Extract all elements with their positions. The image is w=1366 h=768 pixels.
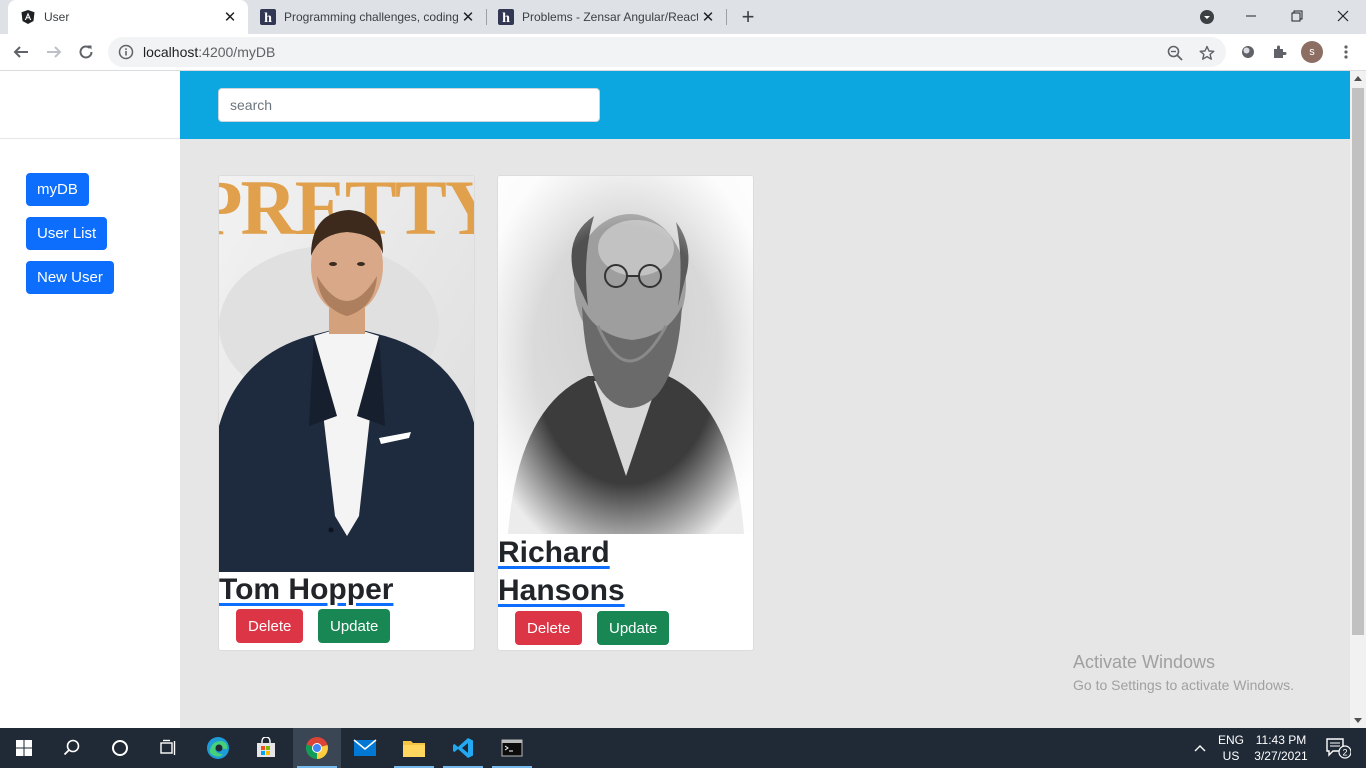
nav-new-user-button[interactable]: New User <box>26 261 114 294</box>
tab-separator <box>726 9 727 25</box>
search-input[interactable] <box>218 88 600 122</box>
tab-search-icon[interactable] <box>1197 7 1217 27</box>
back-arrow-icon[interactable] <box>7 38 35 66</box>
browser-toolbar: localhost:4200/myDB s <box>0 34 1366 71</box>
user-card: Richard Hansons Delete Update <box>497 175 754 651</box>
search-icon[interactable] <box>48 728 96 768</box>
extensions-puzzle-icon[interactable] <box>1266 38 1294 66</box>
region-code: US <box>1222 749 1240 763</box>
user-name-line2: Hansons <box>498 574 625 607</box>
user-name[interactable]: Tom Hopper <box>219 571 393 609</box>
hackerearth-icon: h <box>498 9 514 25</box>
activate-windows-watermark: Activate Windows Go to Settings to activ… <box>1073 652 1294 693</box>
angular-icon <box>20 9 36 25</box>
header-bar <box>180 71 1350 139</box>
windows-taskbar: ENG US 11:43 PM 3/27/2021 2 <box>0 728 1366 768</box>
tab-title: Programming challenges, coding <box>284 10 458 24</box>
user-card: PRETTY <box>218 175 475 651</box>
watermark-title: Activate Windows <box>1073 652 1216 672</box>
close-tab-icon[interactable]: ✕ <box>698 7 718 27</box>
forward-arrow-icon[interactable] <box>40 38 68 66</box>
restore-icon[interactable] <box>1274 0 1320 32</box>
url-host: localhost <box>143 44 199 60</box>
mail-icon[interactable] <box>341 728 389 768</box>
windows-start-icon[interactable] <box>0 728 48 768</box>
notification-center-icon[interactable]: 2 <box>1318 728 1358 768</box>
task-view-icon[interactable] <box>144 728 192 768</box>
url-text: localhost:4200/myDB <box>143 44 275 60</box>
url-path: :4200/myDB <box>198 44 276 60</box>
hackerearth-icon: h <box>260 9 276 25</box>
vscode-icon[interactable] <box>439 728 487 768</box>
page-scrollbar[interactable] <box>1350 71 1366 728</box>
scroll-up-arrow-icon[interactable] <box>1354 76 1362 81</box>
delete-button[interactable]: Delete <box>515 611 583 645</box>
user-name-line1: Richard <box>498 536 610 569</box>
more-menu-icon[interactable] <box>1332 38 1360 66</box>
sidebar: myDB User List New User <box>0 71 180 728</box>
site-info-icon[interactable] <box>118 44 134 60</box>
svg-text:h: h <box>264 11 272 25</box>
update-button[interactable]: Update <box>318 609 391 643</box>
nav-mydb-button[interactable]: myDB <box>26 173 89 206</box>
clock[interactable]: 11:43 PM 3/27/2021 <box>1250 728 1312 768</box>
reload-icon[interactable] <box>72 38 100 66</box>
tab-title: Problems - Zensar Angular/React <box>522 10 698 24</box>
svg-text:h: h <box>502 11 510 25</box>
close-window-icon[interactable] <box>1320 0 1366 32</box>
extension-circle-icon[interactable] <box>1234 38 1262 66</box>
nav-user-list-button[interactable]: User List <box>26 217 108 250</box>
new-tab-plus-icon[interactable]: + <box>736 4 760 29</box>
tab-title: User <box>44 10 70 24</box>
bookmark-star-icon[interactable] <box>1198 44 1216 62</box>
clock-date: 3/27/2021 <box>1254 749 1308 763</box>
chrome-icon[interactable] <box>293 728 341 768</box>
lang-code: ENG <box>1217 733 1244 747</box>
user-name[interactable]: Richard Hansons <box>498 534 625 610</box>
watermark-subtitle: Go to Settings to activate Windows. <box>1073 677 1294 693</box>
sidebar-header <box>0 71 180 139</box>
tab-zensar-problems[interactable]: h Problems - Zensar Angular/React ✕ <box>486 0 726 34</box>
tab-user[interactable]: User ✕ <box>8 0 248 34</box>
cortana-icon[interactable] <box>96 728 144 768</box>
input-language-indicator[interactable]: ENG US <box>1214 728 1248 768</box>
terminal-icon[interactable] <box>488 728 536 768</box>
show-hidden-icons-icon[interactable] <box>1188 728 1212 768</box>
close-tab-icon[interactable]: ✕ <box>220 7 240 27</box>
edge-browser-icon[interactable] <box>194 728 242 768</box>
zoom-icon[interactable] <box>1166 44 1184 62</box>
user-photo <box>498 176 753 534</box>
delete-button[interactable]: Delete <box>236 609 304 643</box>
minimize-icon[interactable] <box>1228 0 1274 32</box>
update-button[interactable]: Update <box>597 611 670 645</box>
user-photo: PRETTY <box>219 176 474 572</box>
page-content: myDB User List New User PRETTY <box>0 71 1350 728</box>
address-bar[interactable]: localhost:4200/myDB <box>108 37 1226 67</box>
tab-programming-challenges[interactable]: h Programming challenges, coding ✕ <box>248 0 486 34</box>
scrollbar-thumb[interactable] <box>1352 88 1364 635</box>
browser-tab-strip: User ✕ h Programming challenges, coding … <box>0 0 1366 34</box>
store-icon[interactable] <box>242 728 290 768</box>
scroll-down-arrow-icon[interactable] <box>1354 718 1362 723</box>
close-tab-icon[interactable]: ✕ <box>458 7 478 27</box>
file-explorer-icon[interactable] <box>390 728 438 768</box>
clock-time: 11:43 PM <box>1255 733 1307 747</box>
notification-count: 2 <box>1342 748 1347 758</box>
profile-avatar[interactable]: s <box>1301 41 1323 63</box>
